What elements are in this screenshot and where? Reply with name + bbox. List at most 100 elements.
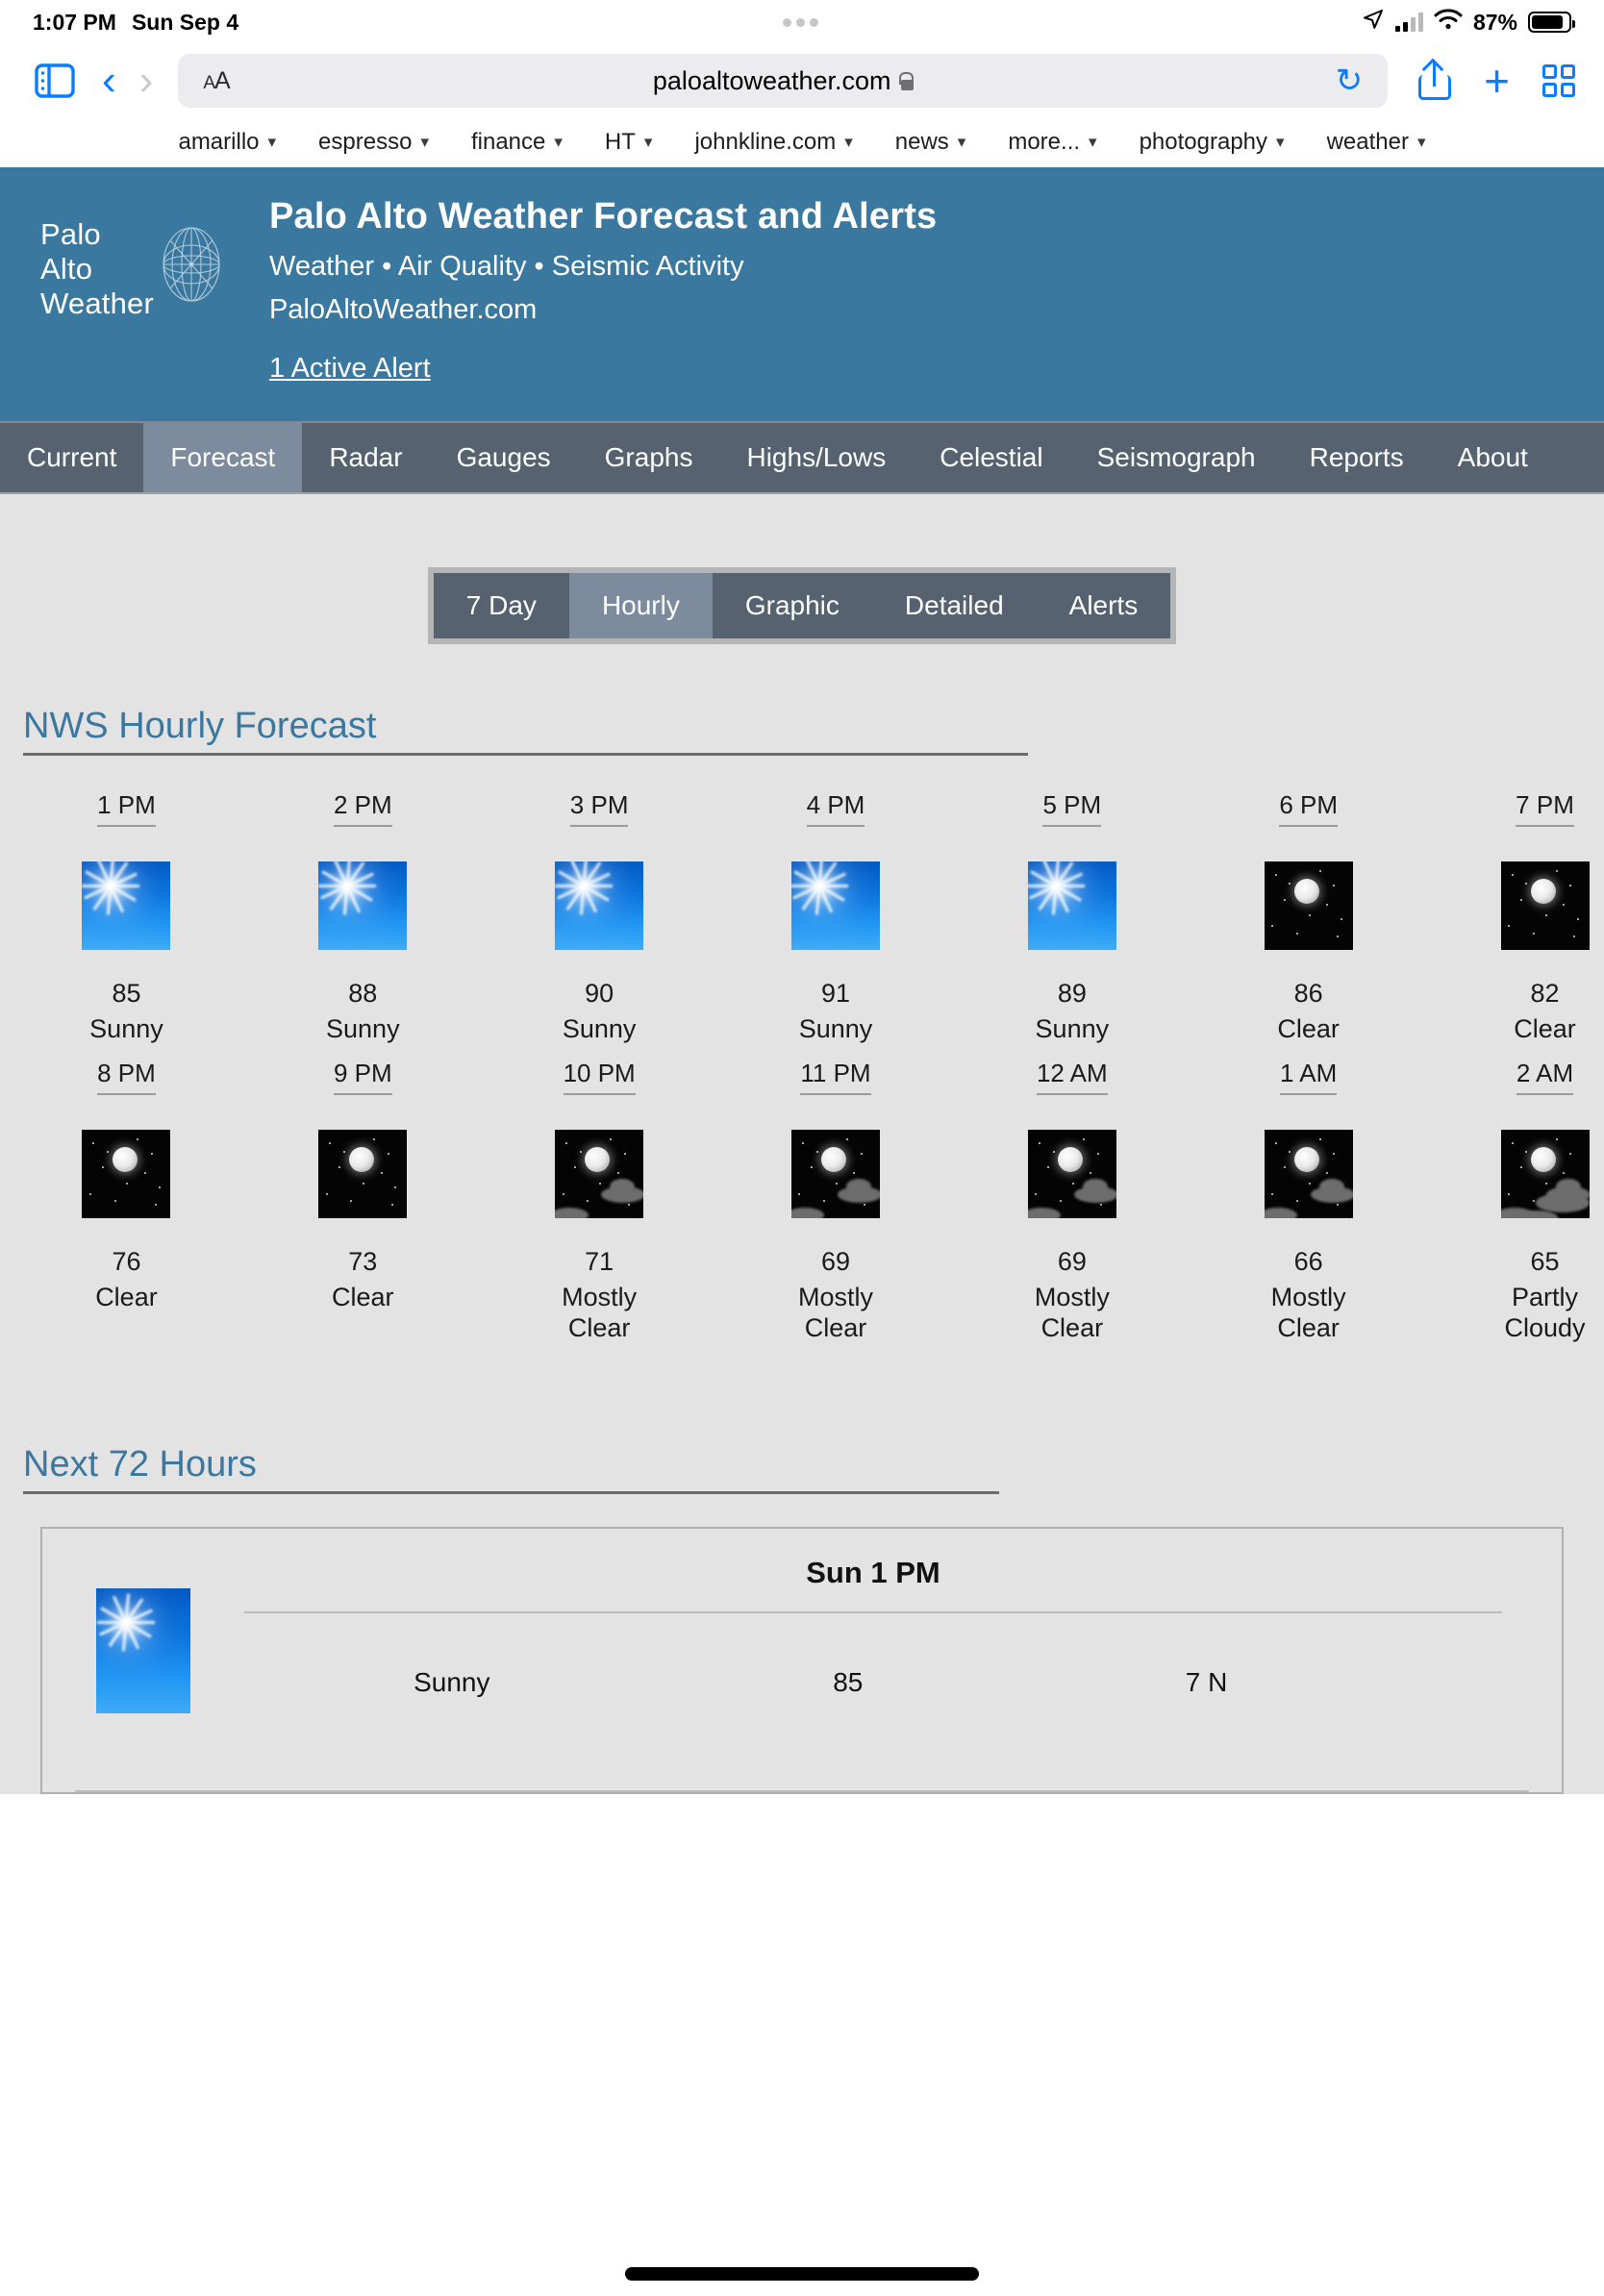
- grid-spacer: [1367, 790, 1486, 1045]
- hourly-cell[interactable]: 1 AM 66 Mostly Clear: [1249, 1059, 1367, 1344]
- nav-item-highs-lows[interactable]: Highs/Lows: [719, 423, 913, 492]
- hourly-cell[interactable]: 10 PM 71 Mostly Clear: [540, 1059, 659, 1344]
- nav-item-graphs[interactable]: Graphs: [578, 423, 720, 492]
- web-page: Palo Alto Weather Palo Alto Weather Fore…: [0, 167, 1604, 1794]
- tab-label: Detailed: [904, 590, 1004, 620]
- share-icon[interactable]: [1418, 62, 1452, 100]
- tab-detailed[interactable]: Detailed: [872, 573, 1037, 638]
- hourly-cell[interactable]: 2 PM 88 Sunny: [304, 790, 422, 1045]
- site-header: Palo Alto Weather Palo Alto Weather Fore…: [0, 167, 1604, 421]
- forward-chevron-icon[interactable]: ›: [139, 60, 154, 102]
- site-url-label: PaloAltoWeather.com: [269, 294, 538, 325]
- hourly-time: 2 PM: [333, 790, 392, 827]
- hourly-cell[interactable]: 2 AM 65 Partly Cloudy: [1486, 1059, 1604, 1344]
- hourly-temperature: 65: [1530, 1246, 1560, 1276]
- hourly-time: 3 PM: [569, 790, 629, 827]
- grid-spacer: [1131, 790, 1249, 1045]
- back-chevron-icon[interactable]: ‹: [102, 60, 116, 102]
- mostly-clear-night-icon: [555, 1129, 644, 1218]
- bookmark-espresso[interactable]: espresso ▾: [297, 129, 450, 156]
- home-indicator[interactable]: [625, 2267, 979, 2281]
- bookmark-weather[interactable]: weather ▾: [1306, 129, 1447, 156]
- logo-line-1: Palo: [40, 217, 101, 251]
- nav-item-celestial[interactable]: Celestial: [913, 423, 1069, 492]
- bookmark-johnkline[interactable]: johnkline.com ▾: [673, 129, 873, 156]
- section-divider: [23, 1490, 999, 1494]
- hourly-description: Sunny: [1035, 1014, 1110, 1043]
- hourly-time: 2 AM: [1516, 1059, 1574, 1095]
- site-logo[interactable]: Palo Alto Weather: [0, 196, 269, 321]
- sunny-day-icon: [1027, 861, 1116, 950]
- tab-overview-icon[interactable]: [1542, 64, 1575, 97]
- nav-item-reports[interactable]: Reports: [1283, 423, 1431, 492]
- tab-graphic[interactable]: Graphic: [713, 573, 872, 638]
- forecast-detail-row[interactable]: Sun 1 PM Sunny 85 7 N: [42, 1529, 1562, 1790]
- hourly-temperature: 90: [585, 979, 614, 1008]
- hourly-temperature: 86: [1293, 979, 1323, 1008]
- nav-item-forecast[interactable]: Forecast: [143, 423, 303, 492]
- sunny-day-icon: [318, 861, 408, 950]
- mostly-clear-night-icon: [790, 1129, 880, 1218]
- hourly-temperature: 88: [348, 979, 378, 1008]
- nav-item-radar[interactable]: Radar: [302, 423, 429, 492]
- mostly-clear-night-icon: [1264, 1129, 1353, 1218]
- hourly-section-heading: NWS Hourly Forecast: [23, 706, 1581, 756]
- hourly-cell[interactable]: 6 PM 86 Clear: [1249, 790, 1367, 1045]
- bookmark-amarillo[interactable]: amarillo ▾: [157, 129, 297, 156]
- bookmark-ht[interactable]: HT ▾: [584, 129, 674, 156]
- multitasking-dots-icon[interactable]: [782, 17, 818, 27]
- next-72-hours-card: Sun 1 PM Sunny 85 7 N: [40, 1526, 1564, 1794]
- nav-label: Forecast: [170, 442, 276, 472]
- hourly-cell[interactable]: 4 PM 91 Sunny: [777, 790, 895, 1045]
- hourly-temperature: 85: [112, 979, 141, 1008]
- sunny-day-icon: [555, 861, 644, 950]
- plus-icon[interactable]: +: [1484, 59, 1510, 103]
- nav-item-about[interactable]: About: [1431, 423, 1555, 492]
- clear-night-icon: [1500, 861, 1590, 950]
- hourly-time: 8 PM: [97, 1059, 156, 1095]
- sidebar-toggle-icon[interactable]: [29, 63, 81, 98]
- hourly-description: Mostly Clear: [562, 1282, 638, 1342]
- nav-item-gauges[interactable]: Gauges: [430, 423, 578, 492]
- grid-spacer: [659, 790, 777, 1045]
- hourly-time: 6 PM: [1279, 790, 1339, 827]
- hourly-cell[interactable]: 1 PM 85 Sunny: [67, 790, 186, 1045]
- bookmark-more[interactable]: more... ▾: [987, 129, 1117, 156]
- page-title: Palo Alto Weather Forecast and Alerts: [269, 196, 938, 237]
- bookmark-news[interactable]: news ▾: [874, 129, 988, 156]
- bookmark-label: more...: [1008, 129, 1081, 155]
- address-bar[interactable]: AA paloaltoweather.com ↻: [178, 54, 1389, 108]
- detail-wind: 7 N: [1185, 1666, 1228, 1697]
- hourly-cell[interactable]: 11 PM 69 Mostly Clear: [777, 1059, 895, 1344]
- nav-label: About: [1457, 442, 1528, 472]
- hourly-cell[interactable]: 9 PM 73 Clear: [304, 1059, 422, 1344]
- tab-label: Hourly: [601, 590, 680, 620]
- bookmark-finance[interactable]: finance ▾: [450, 129, 584, 156]
- detail-bottom-divider: [75, 1789, 1529, 1792]
- hourly-cell[interactable]: 5 PM 89 Sunny: [1013, 790, 1131, 1045]
- active-alert-link[interactable]: 1 Active Alert: [269, 353, 431, 384]
- grid-spacer: [1131, 1059, 1249, 1344]
- hourly-time: 10 PM: [563, 1059, 636, 1095]
- page-content: 7 Day Hourly Graphic Detailed Alerts NWS…: [0, 494, 1604, 1794]
- hourly-time: 5 PM: [1042, 790, 1102, 827]
- nav-label: Graphs: [604, 442, 693, 472]
- grid-spacer: [422, 790, 540, 1045]
- hourly-cell[interactable]: 3 PM 90 Sunny: [540, 790, 659, 1045]
- tab-hourly[interactable]: Hourly: [568, 573, 713, 638]
- chevron-down-icon: ▾: [420, 133, 429, 151]
- ios-status-bar: 1:07 PM Sun Sep 4 87%: [0, 0, 1604, 44]
- tab-label: Graphic: [744, 590, 840, 620]
- tab-alerts[interactable]: Alerts: [1037, 573, 1171, 638]
- hourly-cell[interactable]: 12 AM 69 Mostly Clear: [1013, 1059, 1131, 1344]
- nav-item-seismograph[interactable]: Seismograph: [1070, 423, 1283, 492]
- hourly-cell[interactable]: 8 PM 76 Clear: [67, 1059, 186, 1344]
- nav-label: Gauges: [456, 442, 551, 472]
- hourly-cell[interactable]: 7 PM 82 Clear: [1486, 790, 1604, 1045]
- tab-7-day[interactable]: 7 Day: [434, 573, 569, 638]
- bookmark-photography[interactable]: photography ▾: [1118, 129, 1306, 156]
- main-navigation: Current Forecast Radar Gauges Graphs Hig…: [0, 421, 1604, 494]
- nav-item-current[interactable]: Current: [0, 423, 143, 492]
- bookmark-label: photography: [1139, 129, 1268, 155]
- mostly-clear-night-icon: [1027, 1129, 1116, 1218]
